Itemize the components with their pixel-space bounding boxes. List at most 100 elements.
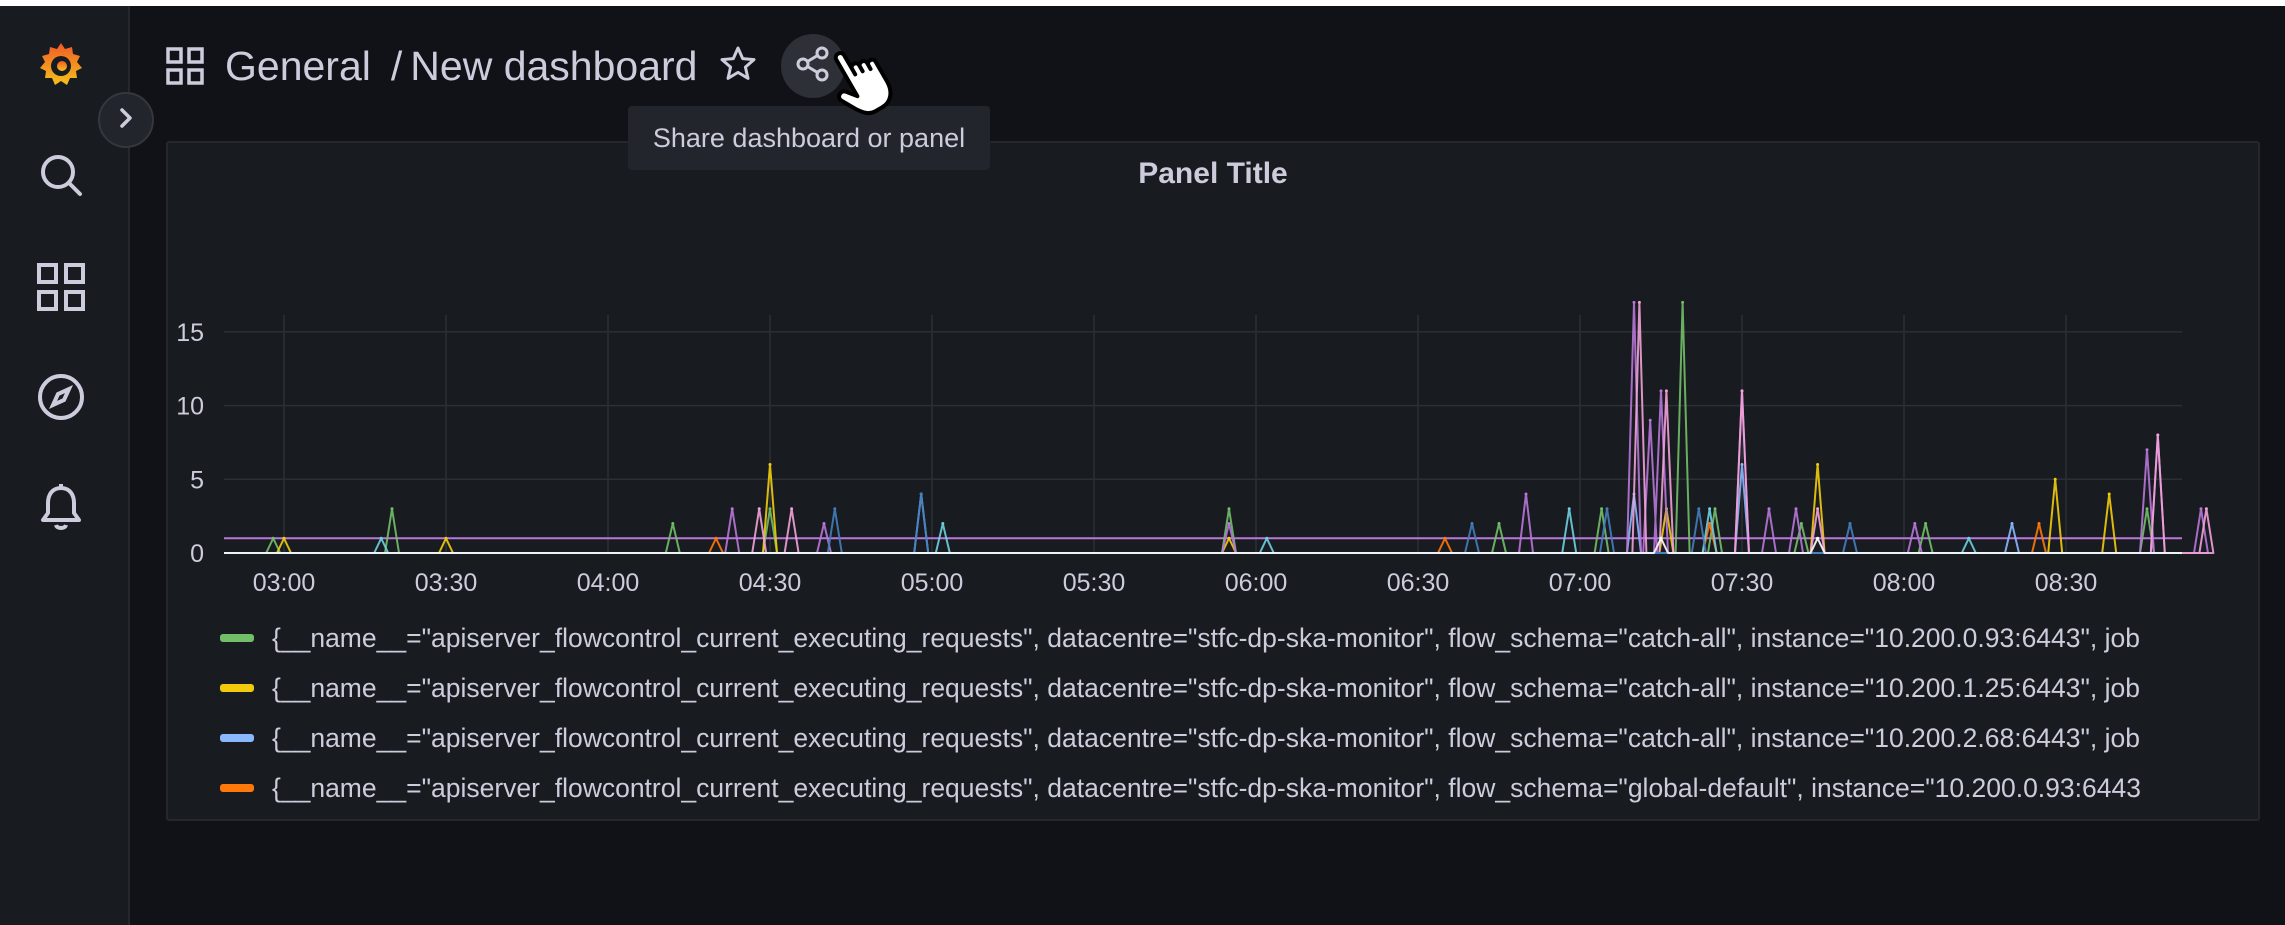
- legend-item[interactable]: {__name__="apiserver_flowcontrol_current…: [220, 613, 2250, 663]
- series-line: [224, 301, 2182, 554]
- x-tick-label: 06:30: [1387, 569, 1450, 597]
- x-tick-label: 07:00: [1549, 569, 1612, 597]
- data-point: [2156, 433, 2160, 437]
- data-point: [1816, 463, 1820, 467]
- time-series-chart: 0 5 10 15 03:00 03:30 04:00 04:30 05:00 05:30 06:0…: [176, 300, 2215, 597]
- alerting-bell-icon[interactable]: [32, 478, 90, 536]
- data-point: [2145, 507, 2149, 511]
- legend-item[interactable]: {__name__="apiserver_flowcontrol_current…: [220, 713, 2250, 763]
- data-point: [1799, 522, 1803, 526]
- share-icon: [794, 45, 832, 88]
- dashboards-icon[interactable]: [32, 258, 90, 316]
- x-tick-label: 03:00: [253, 569, 316, 597]
- data-point: [1681, 300, 1685, 304]
- data-point: [1497, 522, 1501, 526]
- dashboard-grid-icon: [165, 46, 205, 86]
- data-point: [1524, 492, 1528, 496]
- data-point: [1227, 507, 1231, 511]
- data-point: [833, 507, 837, 511]
- series-line: [224, 493, 2182, 554]
- data-point: [444, 536, 448, 540]
- data-point: [790, 507, 794, 511]
- legend-item[interactable]: {__name__="apiserver_flowcontrol_current…: [220, 663, 2250, 713]
- legend-swatch: [220, 684, 254, 692]
- series-line: [224, 537, 2182, 554]
- x-tick-label: 04:30: [739, 569, 802, 597]
- dashboard-title[interactable]: New dashboard: [410, 43, 697, 90]
- series-line: [224, 301, 2209, 554]
- chart-legend: {__name__="apiserver_flowcontrol_current…: [220, 613, 2250, 813]
- data-point: [1913, 522, 1917, 526]
- series-line: [224, 507, 2182, 554]
- data-point: [390, 507, 394, 511]
- app-frame: General / New dashboard Share dashboard …: [0, 0, 2285, 925]
- data-point: [1470, 522, 1474, 526]
- hand-cursor-icon: [830, 32, 950, 132]
- y-tick-label: 15: [176, 319, 204, 347]
- legend-label: {__name__="apiserver_flowcontrol_current…: [272, 722, 2141, 753]
- data-point: [2199, 507, 2203, 511]
- data-point: [1659, 536, 1663, 540]
- series-line: [224, 463, 2182, 554]
- data-point: [822, 522, 826, 526]
- data-point: [2010, 522, 2014, 526]
- data-point: [1713, 507, 1717, 511]
- x-tick-label: 06:00: [1225, 569, 1288, 597]
- data-point: [919, 492, 923, 496]
- star-icon: [719, 45, 757, 88]
- sidebar-expand-button[interactable]: [98, 92, 154, 148]
- data-point: [271, 536, 275, 540]
- x-tick-label: 05:00: [901, 569, 964, 597]
- series-line: [224, 463, 2182, 554]
- data-point: [2145, 448, 2149, 452]
- chevron-right-icon: [115, 107, 137, 134]
- x-tick-label: 05:30: [1063, 569, 1126, 597]
- data-point: [1443, 536, 1447, 540]
- x-tick-label: 07:30: [1711, 569, 1774, 597]
- y-tick-label: 5: [190, 466, 204, 494]
- data-point: [1227, 522, 1231, 526]
- data-point: [768, 463, 772, 467]
- data-point: [1816, 507, 1820, 511]
- data-point: [1648, 418, 1652, 422]
- grafana-logo-icon[interactable]: [32, 36, 90, 94]
- data-point: [1567, 507, 1571, 511]
- data-point: [2204, 507, 2208, 511]
- data-point: [1794, 507, 1798, 511]
- series-line: [224, 301, 2215, 554]
- legend-swatch: [220, 634, 254, 642]
- data-point: [1659, 389, 1663, 393]
- data-point: [1924, 522, 1928, 526]
- data-point: [1697, 507, 1701, 511]
- data-point: [768, 507, 772, 511]
- data-point: [1767, 507, 1771, 511]
- explore-icon[interactable]: [32, 368, 90, 426]
- x-tick-label: 08:30: [2035, 569, 2098, 597]
- data-point: [1265, 536, 1269, 540]
- data-point: [1708, 522, 1712, 526]
- data-point: [282, 536, 286, 540]
- dashboard-header: General / New dashboard: [165, 34, 846, 98]
- data-point: [1848, 522, 1852, 526]
- y-tick-label: 0: [190, 540, 204, 568]
- data-point: [1600, 507, 1604, 511]
- graph-panel[interactable]: Panel Title 0 5 10 15 03:00 03:30 04:00 04:30 05…: [166, 141, 2260, 821]
- top-strip: [0, 0, 2285, 6]
- legend-label: {__name__="apiserver_flowcontrol_current…: [272, 672, 2141, 703]
- star-button[interactable]: [715, 43, 761, 89]
- x-tick-label: 04:00: [577, 569, 640, 597]
- data-point: [730, 507, 734, 511]
- legend-item[interactable]: {__name__="apiserver_flowcontrol_current…: [220, 763, 2250, 813]
- breadcrumb-folder[interactable]: General: [225, 43, 371, 90]
- search-icon[interactable]: [32, 146, 90, 204]
- data-point: [1637, 300, 1641, 304]
- data-point: [941, 522, 945, 526]
- data-point: [1605, 507, 1609, 511]
- data-point: [2053, 477, 2057, 481]
- y-tick-label: 10: [176, 393, 204, 421]
- data-point: [1227, 536, 1231, 540]
- data-point: [1664, 389, 1668, 393]
- legend-label: {__name__="apiserver_flowcontrol_current…: [272, 622, 2141, 653]
- legend-swatch: [220, 734, 254, 742]
- legend-swatch: [220, 784, 254, 792]
